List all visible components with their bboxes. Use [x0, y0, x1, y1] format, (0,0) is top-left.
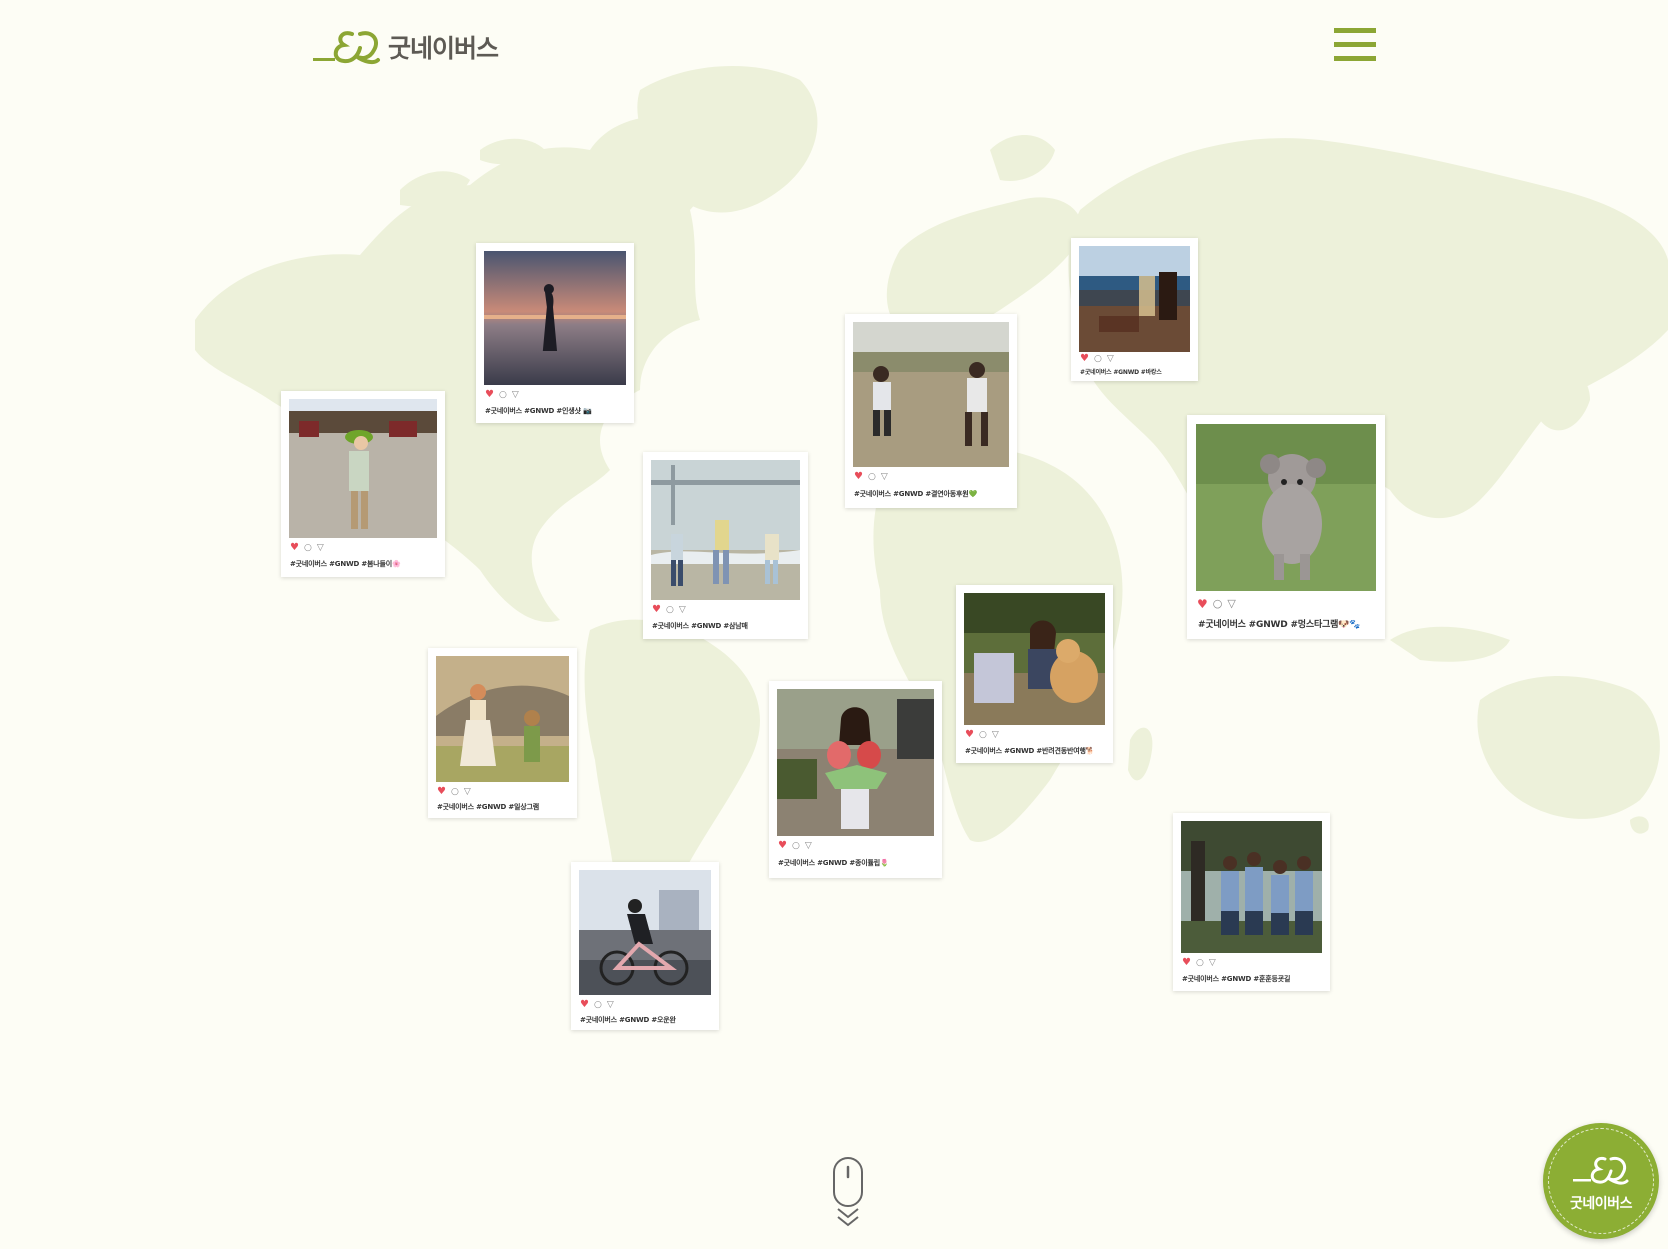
post-card[interactable]: ♥ ○ ▽ #굿네이버스 #GNWD #멍스타그램🐶🐾: [1187, 415, 1385, 639]
post-card[interactable]: ♥ ○ ▽ #굿네이버스 #GNWD #일상그램: [428, 648, 577, 818]
post-card[interactable]: ♥ ○ ▽ #굿네이버스 #GNWD #인생샷 📷: [476, 243, 634, 423]
comment-icon[interactable]: ○: [979, 730, 987, 740]
share-icon[interactable]: ▽: [1227, 598, 1235, 609]
share-icon[interactable]: ▽: [512, 390, 519, 400]
post-caption: #굿네이버스 #GNWD #종이튤립🌷: [778, 859, 889, 867]
post-card[interactable]: ♥ ○ ▽ #굿네이버스 #GNWD #종이튤립🌷: [769, 681, 942, 878]
heart-icon[interactable]: ♥: [778, 841, 787, 851]
post-caption: #굿네이버스 #GNWD #봄나들이🌸: [290, 560, 401, 568]
post-photo: [651, 460, 800, 600]
heart-icon[interactable]: ♥: [1080, 354, 1089, 364]
post-photo: [1196, 424, 1376, 591]
post-photo: [853, 322, 1009, 467]
brand-badge-mark-icon: [1573, 1156, 1629, 1185]
post-card[interactable]: ♥ ○ ▽ #굿네이버스 #GNWD #훈훈등굣길: [1173, 813, 1330, 991]
post-card[interactable]: ♥ ○ ▽ #굿네이버스 #GNWD #오운완: [571, 862, 719, 1030]
share-icon[interactable]: ▽: [881, 472, 888, 482]
post-caption: #굿네이버스 #GNWD #삼남매: [652, 622, 748, 630]
heart-icon[interactable]: ♥: [1197, 598, 1208, 610]
heart-icon[interactable]: ♥: [485, 390, 494, 400]
post-card[interactable]: ♥ ○ ▽ #굿네이버스 #GNWD #반려견동반여행🐕: [956, 585, 1113, 763]
post-card[interactable]: ♥ ○ ▽ #굿네이버스 #GNWD #삼남매: [643, 452, 808, 639]
heart-icon[interactable]: ♥: [1182, 958, 1191, 968]
heart-icon[interactable]: ♥: [580, 1000, 589, 1010]
share-icon[interactable]: ▽: [1209, 958, 1216, 968]
post-photo: [964, 593, 1105, 725]
floating-brand-badge[interactable]: 굿네이버스: [1543, 1123, 1659, 1239]
hamburger-menu-icon[interactable]: [1334, 28, 1376, 62]
comment-icon[interactable]: ○: [594, 1000, 602, 1010]
heart-icon[interactable]: ♥: [437, 787, 446, 797]
post-photo: [289, 399, 437, 538]
post-caption: #굿네이버스 #GNWD #인생샷 📷: [485, 407, 592, 415]
post-photo: [1079, 246, 1190, 352]
post-card[interactable]: ♥ ○ ▽ #굿네이버스 #GNWD #봄나들이🌸: [281, 391, 445, 577]
post-photo: [777, 689, 934, 836]
share-icon[interactable]: ▽: [1107, 354, 1114, 364]
share-icon[interactable]: ▽: [317, 543, 324, 553]
post-card[interactable]: ♥ ○ ▽ #굿네이버스 #GNWD #바캉스: [1071, 238, 1198, 381]
heart-icon[interactable]: ♥: [652, 605, 661, 615]
share-icon[interactable]: ▽: [805, 841, 812, 851]
share-icon[interactable]: ▽: [679, 605, 686, 615]
comment-icon[interactable]: ○: [304, 543, 312, 553]
floating-badge-label: 굿네이버스: [1570, 1196, 1632, 1212]
post-caption: #굿네이버스 #GNWD #일상그램: [437, 803, 539, 811]
post-caption: #굿네이버스 #GNWD #멍스타그램🐶🐾: [1198, 620, 1361, 630]
comment-icon[interactable]: ○: [868, 472, 876, 482]
post-photo: [484, 251, 626, 385]
brand-logo-text: 굿네이버스: [388, 34, 499, 63]
post-caption: #굿네이버스 #GNWD #바캉스: [1080, 369, 1162, 376]
comment-icon[interactable]: ○: [666, 605, 674, 615]
heart-icon[interactable]: ♥: [854, 472, 863, 482]
share-icon[interactable]: ▽: [992, 730, 999, 740]
brand-logo-mark-icon: [313, 31, 380, 65]
mouse-scroll-icon[interactable]: [833, 1157, 863, 1229]
share-icon[interactable]: ▽: [607, 1000, 614, 1010]
post-photo: [579, 870, 711, 995]
comment-icon[interactable]: ○: [1213, 598, 1223, 609]
post-card[interactable]: ♥ ○ ▽ #굿네이버스 #GNWD #결연아동후원💚: [845, 314, 1017, 508]
comment-icon[interactable]: ○: [792, 841, 800, 851]
comment-icon[interactable]: ○: [1094, 354, 1102, 364]
heart-icon[interactable]: ♥: [965, 730, 974, 740]
comment-icon[interactable]: ○: [499, 390, 507, 400]
post-caption: #굿네이버스 #GNWD #반려견동반여행🐕: [965, 747, 1095, 755]
post-caption: #굿네이버스 #GNWD #결연아동후원💚: [854, 490, 977, 498]
post-photo: [436, 656, 569, 782]
post-caption: #굿네이버스 #GNWD #훈훈등굣길: [1182, 975, 1291, 983]
comment-icon[interactable]: ○: [1196, 958, 1204, 968]
post-caption: #굿네이버스 #GNWD #오운완: [580, 1016, 676, 1024]
heart-icon[interactable]: ♥: [290, 543, 299, 553]
post-photo: [1181, 821, 1322, 953]
brand-logo[interactable]: 굿네이버스: [312, 26, 499, 66]
comment-icon[interactable]: ○: [451, 787, 459, 797]
share-icon[interactable]: ▽: [464, 787, 471, 797]
world-map-background: [195, 66, 1668, 980]
